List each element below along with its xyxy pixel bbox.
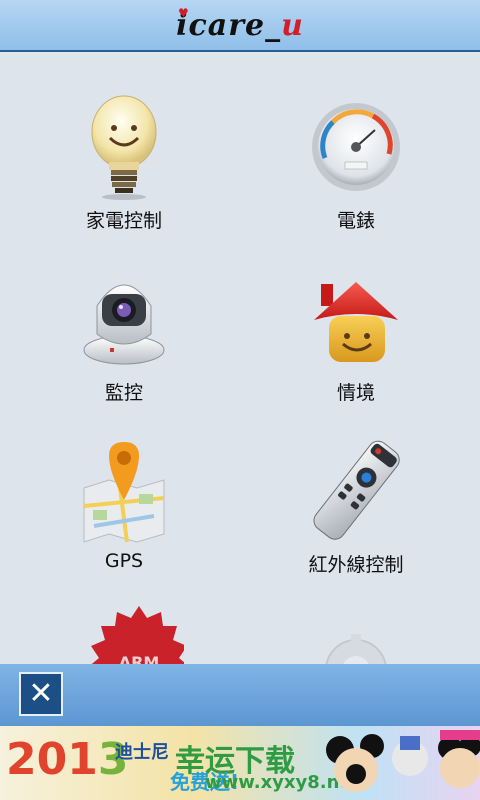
close-button[interactable]: ✕	[19, 672, 63, 716]
heart-icon: ♥	[178, 6, 190, 20]
bottom-toolbar: ✕	[0, 664, 480, 726]
tile-infrared-control[interactable]: 紅外線控制	[256, 398, 456, 576]
tile-arm[interactable]: ARM	[24, 570, 224, 664]
app-logo: ♥ icare_u	[176, 6, 304, 43]
tile-scene[interactable]: 情境	[256, 226, 456, 404]
house-icon	[314, 282, 398, 362]
tile-gps[interactable]: GPS	[24, 398, 224, 572]
tile-appliance-control[interactable]: 家電控制	[24, 54, 224, 232]
arm-badge-icon: ARM	[91, 606, 184, 664]
tile-settings[interactable]	[256, 570, 456, 664]
ad-year: 2013	[6, 734, 129, 785]
close-icon: ✕	[28, 676, 54, 711]
gauge-icon	[312, 103, 400, 191]
ad-characters-image	[326, 730, 480, 792]
camera-icon	[83, 284, 165, 365]
lightbulb-icon	[91, 95, 157, 200]
tile-monitoring[interactable]: 監控	[24, 226, 224, 404]
ad-banner[interactable]: 2013 迪士尼 幸运下载 免费送! www.xyxy8.net	[0, 726, 480, 800]
map-pin-icon	[83, 442, 165, 543]
tile-meter[interactable]: 電錶	[256, 54, 456, 232]
function-grid: 家電控制 電錶 監控 情境 GPS 紅外線控制 ARM	[0, 54, 480, 664]
app-header: ♥ icare_u	[0, 0, 480, 52]
ad-text-disney: 迪士尼	[115, 742, 169, 763]
remote-icon	[313, 440, 400, 540]
arm-badge-text: ARM	[119, 653, 160, 664]
tile-label: GPS	[104, 550, 144, 572]
gear-icon	[325, 634, 387, 664]
